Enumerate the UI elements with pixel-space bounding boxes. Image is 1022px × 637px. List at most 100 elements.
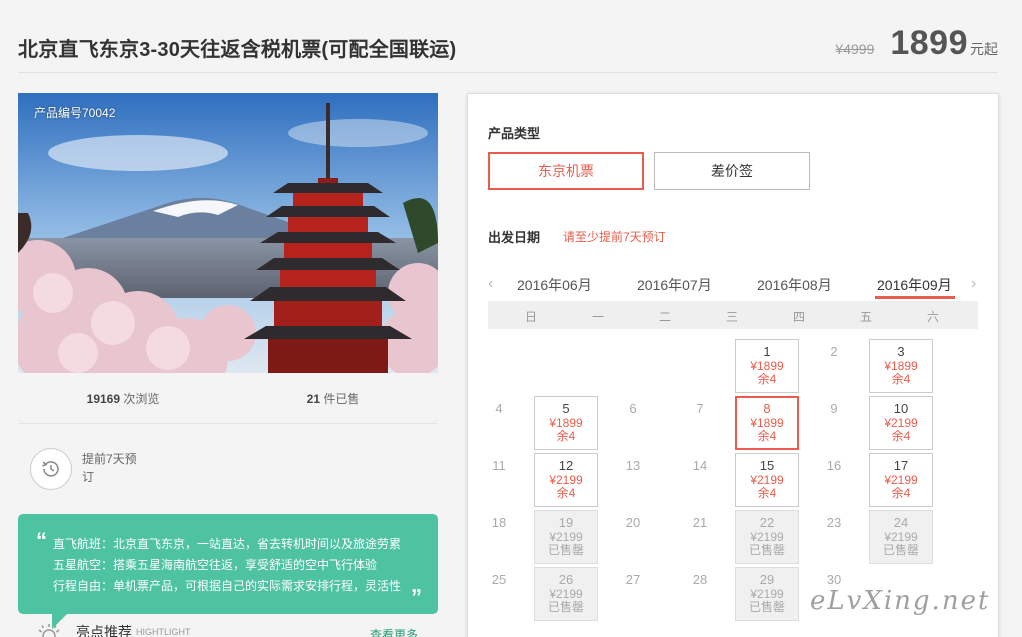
- calendar-day: 29 ¥2199 已售罄: [735, 567, 799, 621]
- weekday-header: 日 一 二 三 四 五 六: [488, 301, 978, 329]
- calendar-day: 21: [668, 510, 732, 564]
- calendar-day: 14: [668, 453, 732, 507]
- departure-date-label: 出发日期: [488, 230, 541, 245]
- day-number: 10: [893, 401, 909, 416]
- calendar-day[interactable]: 17 ¥2199 余4: [869, 453, 933, 507]
- views-label: 次浏览: [120, 392, 160, 406]
- weekday-label: 三: [725, 310, 738, 324]
- calendar-day: 4: [467, 396, 531, 450]
- calendar-day[interactable]: 3 ¥1899 余4: [869, 339, 933, 393]
- advance-text: 提前7天预订: [82, 452, 137, 484]
- day-number: 9: [830, 401, 838, 416]
- day-number: 27: [625, 572, 641, 587]
- page: 北京直飞东京3-30天往返含税机票(可配全国联运) ¥4999 1899 元起: [0, 0, 1022, 637]
- day-availability: 已售罄: [748, 600, 785, 614]
- header-divider: [18, 72, 998, 73]
- day-number: 14: [692, 458, 708, 473]
- highlight-line: 五星航空：搭乘五星海南航空往返，享受舒适的空中飞行体验: [53, 558, 378, 572]
- calendar-day: 7: [668, 396, 732, 450]
- day-number: 20: [625, 515, 641, 530]
- highlights-box: “ 直飞航班：北京直飞东京，一站直达，省去转机时间以及旅途劳累 五星航空：搭乘五…: [18, 514, 438, 614]
- day-number: 21: [692, 515, 708, 530]
- calendar-day[interactable]: 12 ¥2199 余4: [534, 453, 598, 507]
- highlight-line: 直飞航班：北京直飞东京，一站直达，省去转机时间以及旅途劳累: [53, 537, 402, 551]
- sold-label: 件已售: [320, 392, 360, 406]
- calendar-day: 27: [601, 567, 665, 621]
- stats-divider: [18, 423, 438, 424]
- price-unit: 元起: [970, 41, 998, 57]
- product-stats: 19169 次浏览 21 件已售: [18, 390, 438, 407]
- chevron-right-icon[interactable]: ›: [971, 275, 976, 293]
- calendar-day-selected[interactable]: 8 ¥1899 余4: [735, 396, 799, 450]
- sold-stat: 21 件已售: [228, 390, 438, 407]
- calendar-day[interactable]: 15 ¥2199 余4: [735, 453, 799, 507]
- highlight-section-header: 亮点推荐 HIGHTLIGHT: [36, 622, 191, 637]
- calendar-day[interactable]: 1 ¥1899 余4: [735, 339, 799, 393]
- day-availability: 已售罄: [882, 543, 919, 557]
- views-count: 19169: [86, 392, 121, 406]
- day-number: 29: [759, 572, 775, 587]
- calendar-day: 13: [601, 453, 665, 507]
- day-availability: 已售罄: [748, 543, 785, 557]
- quote-close-icon: „: [411, 572, 422, 597]
- original-price: ¥4999: [835, 41, 875, 57]
- calendar-day: 18: [467, 510, 531, 564]
- highlight-lines: 直飞航班：北京直飞东京，一站直达，省去转机时间以及旅途劳累 五星航空：搭乘五星海…: [53, 534, 401, 597]
- day-number: 12: [558, 458, 574, 473]
- clock-history-icon: [30, 448, 72, 490]
- highlight-title: 亮点推荐: [76, 624, 132, 637]
- product-code: 产品编号70042: [34, 106, 116, 120]
- day-number: 2: [830, 344, 838, 359]
- calendar-day[interactable]: 5 ¥1899 余4: [534, 396, 598, 450]
- day-number: 22: [759, 515, 775, 530]
- day-number: 26: [558, 572, 574, 587]
- day-availability: 余4: [757, 429, 777, 443]
- highlight-title-en: HIGHTLIGHT: [136, 627, 191, 637]
- month-tab[interactable]: 2016年06月: [517, 275, 592, 295]
- day-availability: 已售罄: [547, 543, 584, 557]
- day-number: 25: [491, 572, 507, 587]
- see-more-link[interactable]: 查看更多: [370, 626, 418, 637]
- chevron-left-icon[interactable]: ‹: [488, 275, 493, 293]
- day-number: 15: [759, 458, 775, 473]
- day-number: 19: [558, 515, 574, 530]
- day-number: 17: [893, 458, 909, 473]
- calendar-day: 9: [802, 396, 866, 450]
- day-number: 13: [625, 458, 641, 473]
- day-availability: 余4: [556, 486, 576, 500]
- month-selector: ‹ 2016年06月 2016年07月 2016年08月 2016年09月 ›: [488, 269, 980, 299]
- calendar-day: 25: [467, 567, 531, 621]
- weekday-label: 日: [524, 310, 537, 324]
- highlight-line: 行程自由：单机票产品，可根据自己的实际需求安排行程，灵活性: [53, 579, 402, 593]
- type-option-tokyo-ticket[interactable]: 东京机票: [488, 152, 644, 190]
- day-availability: 余4: [757, 486, 777, 500]
- price-block: ¥4999 1899 元起: [835, 24, 998, 63]
- calendar-day: 6: [601, 396, 665, 450]
- pagoda-mountain-image: [18, 93, 438, 373]
- weekday-label: 二: [658, 310, 671, 324]
- weekday-label: 五: [859, 310, 872, 324]
- calendar-day: 23: [802, 510, 866, 564]
- day-availability: 余4: [556, 429, 576, 443]
- calendar-day[interactable]: 10 ¥2199 余4: [869, 396, 933, 450]
- sun-icon: [38, 624, 60, 637]
- calendar-day: 20: [601, 510, 665, 564]
- calendar-day: 28: [668, 567, 732, 621]
- active-month-underline: [875, 296, 955, 299]
- calendar-day: 16: [802, 453, 866, 507]
- day-number: 18: [491, 515, 507, 530]
- weekday-label: 一: [591, 310, 604, 324]
- month-tab[interactable]: 2016年07月: [637, 275, 712, 295]
- month-tab-active[interactable]: 2016年09月: [877, 275, 952, 295]
- calendar-day: 2: [802, 339, 866, 393]
- type-option-price-diff[interactable]: 差价签: [654, 152, 810, 190]
- day-availability: 余4: [891, 486, 911, 500]
- page-title: 北京直飞东京3-30天往返含税机票(可配全国联运): [18, 39, 457, 61]
- calendar-day: 22 ¥2199 已售罄: [735, 510, 799, 564]
- weekday-label: 四: [792, 310, 805, 324]
- day-availability: 余4: [891, 372, 911, 386]
- quote-open-icon: “: [36, 528, 47, 553]
- day-number: 7: [696, 401, 704, 416]
- day-number: 4: [495, 401, 503, 416]
- month-tab[interactable]: 2016年08月: [757, 275, 832, 295]
